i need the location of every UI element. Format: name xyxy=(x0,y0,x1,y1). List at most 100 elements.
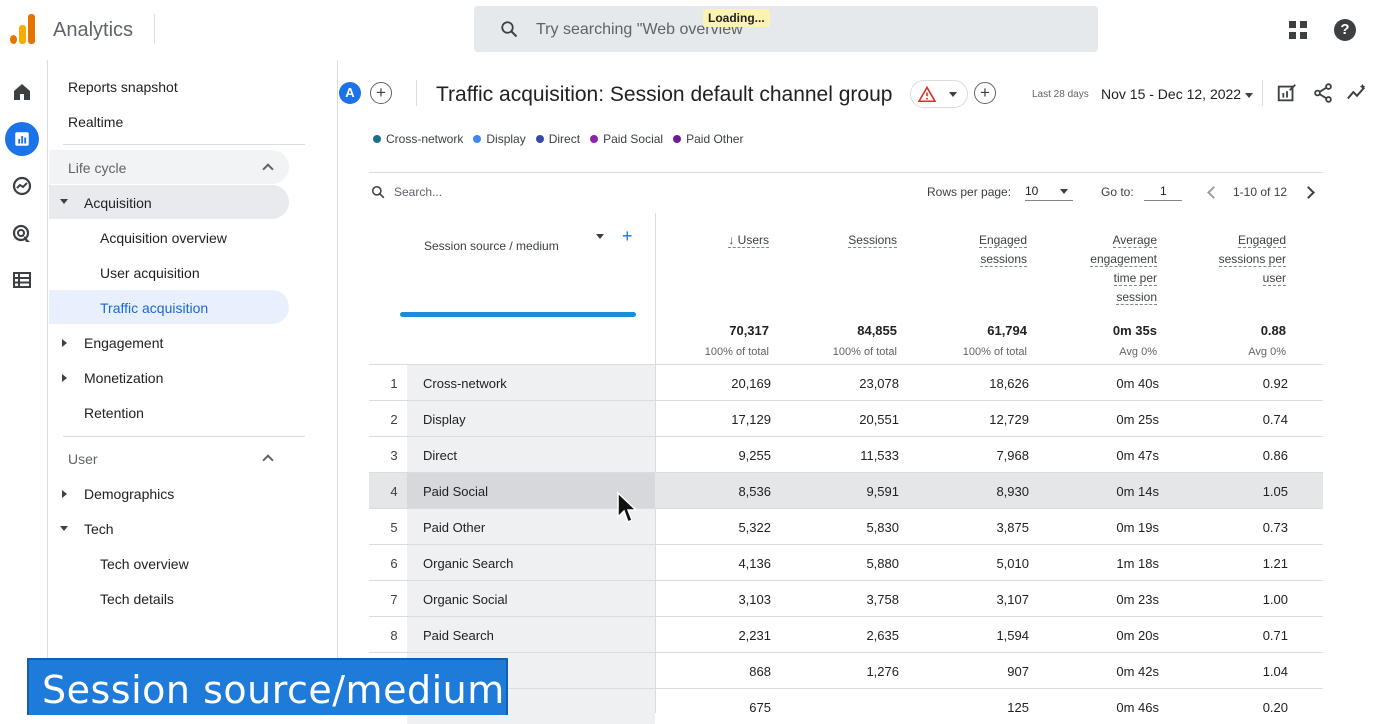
metric-cell: 18,626 xyxy=(989,376,1029,391)
legend-item[interactable]: Paid Social xyxy=(590,132,663,146)
dimension-value[interactable]: Organic Search xyxy=(423,556,513,571)
metric-cell: 1.21 xyxy=(1262,556,1288,571)
chevron-up-icon[interactable] xyxy=(262,454,274,466)
legend-item[interactable]: Cross-network xyxy=(373,132,463,146)
help-icon[interactable]: ? xyxy=(1334,19,1356,41)
nav-tech-overview[interactable]: Tech overview xyxy=(100,556,189,572)
customize-report-icon[interactable] xyxy=(1276,82,1298,104)
table-row[interactable]: 8 Paid Search 2,231 2,635 1,594 0m 20s 0.71 xyxy=(369,616,1323,652)
caret-down-icon[interactable] xyxy=(1245,93,1253,98)
advertising-icon[interactable] xyxy=(10,222,34,246)
table-row[interactable]: 5 Paid Other 5,322 5,830 3,875 0m 19s 0.73 xyxy=(369,508,1323,544)
dimension-header-label: Session source / medium xyxy=(424,239,559,253)
col-header-engaged-sessions[interactable]: Engaged sessions xyxy=(978,231,1027,269)
nav-user-acquisition[interactable]: User acquisition xyxy=(100,265,200,281)
legend-item[interactable]: Paid Other xyxy=(673,132,743,146)
nav-demographics[interactable]: Demographics xyxy=(84,486,174,502)
share-icon[interactable] xyxy=(1312,82,1334,104)
col-header-users[interactable]: ↓ Users xyxy=(728,231,769,250)
metric-cell: 5,010 xyxy=(996,556,1029,571)
mouse-cursor-icon xyxy=(617,491,636,524)
report-table-card: Cross-network Display Direct Paid Social… xyxy=(367,126,1323,724)
add-comparison-button[interactable]: + xyxy=(370,82,392,104)
dimension-value[interactable]: Direct xyxy=(423,448,457,463)
nav-reports-snapshot[interactable]: Reports snapshot xyxy=(68,79,178,95)
search-icon xyxy=(501,21,518,38)
table-search-input[interactable]: Search... xyxy=(394,185,442,199)
explore-icon[interactable] xyxy=(10,174,34,198)
date-range-picker[interactable]: Nov 15 - Dec 12, 2022 xyxy=(1101,86,1241,102)
row-index: 2 xyxy=(390,412,398,427)
caret-right-icon xyxy=(62,374,67,382)
table-row[interactable]: 3 Direct 9,255 11,533 7,968 0m 47s 0.86 xyxy=(369,436,1323,472)
nav-tech[interactable]: Tech xyxy=(84,521,114,537)
metric-cell: 907 xyxy=(1007,664,1029,679)
table-row[interactable]: 675 125 0m 46s 0.20 xyxy=(369,688,1323,724)
top-bar: Analytics Try searching "Web overview" L… xyxy=(0,0,1386,60)
table-row[interactable]: 6 Organic Search 4,136 5,880 5,010 1m 18s 1.21 xyxy=(369,544,1323,580)
metric-cell: 0.73 xyxy=(1262,520,1288,535)
warning-chip[interactable] xyxy=(910,80,968,108)
nav-realtime[interactable]: Realtime xyxy=(68,114,123,130)
nav-acquisition-overview[interactable]: Acquisition overview xyxy=(100,230,227,246)
divider xyxy=(1262,80,1263,106)
legend-dot xyxy=(373,135,381,143)
analytics-logo[interactable] xyxy=(8,14,38,44)
metric-cell: 5,880 xyxy=(866,556,899,571)
nav-monetization[interactable]: Monetization xyxy=(84,370,163,386)
dimension-value[interactable]: Paid Search xyxy=(423,628,494,643)
reports-nav: Reports snapshot Realtime Life cycle Acq… xyxy=(49,60,338,715)
nav-retention[interactable]: Retention xyxy=(84,405,144,421)
legend-item[interactable]: Display xyxy=(473,132,526,146)
col-header-engaged-sessions-per-user[interactable]: Engaged sessions per user xyxy=(1218,231,1286,288)
date-range-label: Last 28 days xyxy=(1032,89,1089,100)
table-toolbar: Search... Rows per page: 10 Go to: 1 1-1… xyxy=(367,173,1323,213)
legend-item[interactable]: Direct xyxy=(535,132,580,146)
left-rail xyxy=(0,60,48,715)
dimension-value[interactable]: Cross-network xyxy=(423,376,507,391)
table-row[interactable]: 1 Cross-network 20,169 23,078 18,626 0m 40s 0.… xyxy=(369,364,1323,400)
dimension-value[interactable]: Organic Social xyxy=(423,592,508,607)
insights-icon[interactable] xyxy=(1346,82,1368,104)
search-icon xyxy=(371,185,385,199)
caret-down-icon[interactable] xyxy=(596,234,604,239)
dimension-value[interactable]: Paid Social xyxy=(423,484,488,499)
total-engaged-sessions: 61,794 xyxy=(987,323,1027,338)
dimension-value[interactable]: Display xyxy=(423,412,466,427)
search-bar[interactable]: Try searching "Web overview" Loading... xyxy=(474,6,1098,52)
report-header: A + Traffic acquisition: Session default… xyxy=(339,60,1386,126)
table-row[interactable]: 4 Paid Social 8,536 9,591 8,930 0m 14s 1.05 xyxy=(369,472,1323,508)
reports-icon[interactable] xyxy=(5,122,39,156)
list-icon[interactable] xyxy=(10,268,34,292)
metric-cell: 1.00 xyxy=(1262,592,1288,607)
col-header-avg-engagement-time[interactable]: Average engagement time per session xyxy=(1090,231,1157,307)
nav-tech-details[interactable]: Tech details xyxy=(100,591,174,607)
add-filter-button[interactable]: + xyxy=(974,82,996,104)
row-index: 1 xyxy=(390,376,398,391)
add-dimension-icon[interactable]: + xyxy=(622,226,633,247)
total-users-percent: 100% of total xyxy=(704,346,769,358)
apps-grid-icon[interactable] xyxy=(1289,21,1307,39)
metric-cell: 20,169 xyxy=(731,376,771,391)
metric-cell: 2,635 xyxy=(866,628,899,643)
legend-dot xyxy=(673,135,682,143)
metric-cell: 675 xyxy=(749,700,771,715)
comparison-avatar[interactable]: A xyxy=(339,82,361,104)
col-header-sessions[interactable]: Sessions xyxy=(848,231,897,250)
nav-section-user[interactable]: User xyxy=(68,451,98,467)
home-icon[interactable] xyxy=(10,80,34,104)
metric-cell: 3,758 xyxy=(866,592,899,607)
chevron-left-icon[interactable] xyxy=(1207,186,1220,199)
nav-engagement[interactable]: Engagement xyxy=(84,335,163,351)
caret-down-icon[interactable] xyxy=(1060,189,1068,194)
row-index: 3 xyxy=(390,448,398,463)
chevron-right-icon[interactable] xyxy=(1302,186,1315,199)
table-row[interactable]: 7 Organic Social 3,103 3,758 3,107 0m 23s 1.00 xyxy=(369,580,1323,616)
metric-cell: 17,129 xyxy=(731,412,771,427)
app-title: Analytics xyxy=(53,19,134,41)
table-row[interactable]: 868 1,276 907 0m 42s 1.04 xyxy=(369,652,1323,688)
table-row[interactable]: 2 Display 17,129 20,551 12,729 0m 25s 0.74 xyxy=(369,400,1323,436)
dimension-value[interactable]: Paid Other xyxy=(423,520,485,535)
goto-page-input[interactable]: 1 xyxy=(1144,179,1182,201)
dimension-selector[interactable]: Session source / medium xyxy=(424,239,559,253)
